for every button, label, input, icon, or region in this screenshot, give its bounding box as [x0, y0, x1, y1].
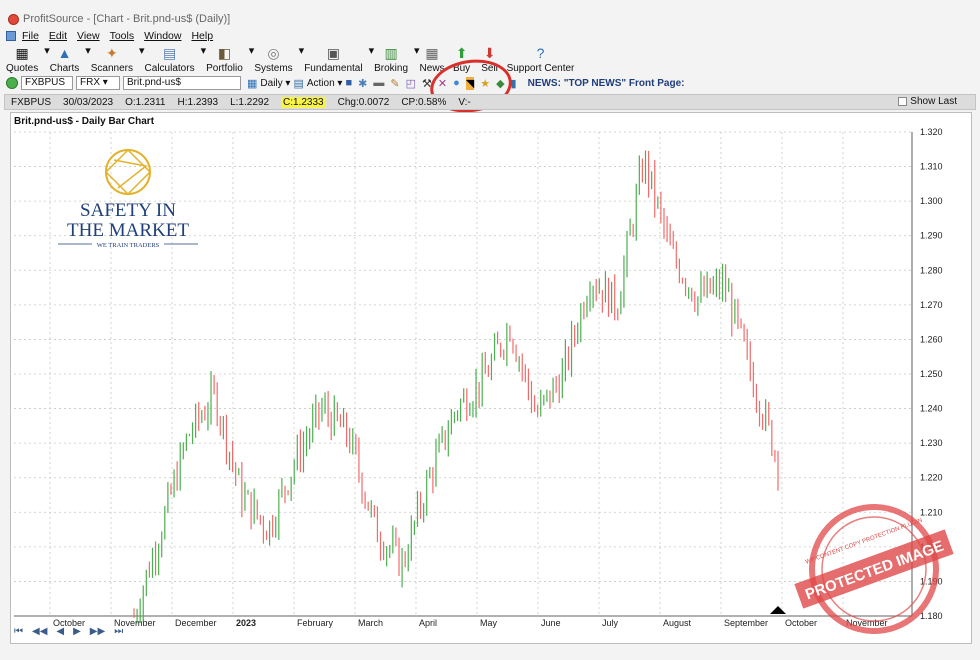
- stamp-text: PROTECTED IMAGE: [803, 537, 946, 603]
- logo-line2: THE MARKET: [67, 220, 189, 241]
- action-menu-button[interactable]: Action ▾: [307, 78, 343, 89]
- title-bar: ProfitSource - [Chart - Brit.pnd-us$ (Da…: [0, 10, 980, 28]
- nav-next-icon[interactable]: ▶: [73, 626, 81, 637]
- app-window: ProfitSource - [Chart - Brit.pnd-us$ (Da…: [0, 0, 980, 660]
- protected-image-stamp: PROTECTED IMAGE WP CONTENT COPY PROTECTI…: [794, 504, 954, 634]
- toolbar-calculators-button[interactable]: ▤ Calculators: [145, 44, 195, 75]
- info-change-percent: CP:0.58%: [401, 96, 447, 108]
- action-grid-icon: ▤: [293, 77, 304, 90]
- menu-edit[interactable]: Edit: [49, 30, 67, 42]
- info-low: L:1.2292: [230, 96, 270, 108]
- systems-icon: ◎: [267, 44, 280, 61]
- menu-help[interactable]: Help: [191, 30, 213, 42]
- nav-rewind-icon[interactable]: ◀◀: [32, 626, 47, 637]
- checkbox-icon: [898, 97, 908, 106]
- support-icon: ?: [536, 45, 545, 61]
- menu-tools[interactable]: Tools: [110, 30, 135, 42]
- nav-last-icon[interactable]: ⏭: [114, 626, 123, 637]
- globe-icon[interactable]: [6, 77, 18, 89]
- scanners-icon: ✦: [106, 44, 118, 61]
- info-close: C:1.2333: [281, 96, 326, 108]
- toolbar-charts-button[interactable]: ▲ Charts: [50, 44, 79, 74]
- toolbar-systems-button[interactable]: ◎ Systems: [254, 44, 292, 75]
- calendar-icon: ▦: [247, 77, 258, 90]
- period-select[interactable]: Daily ▾: [260, 78, 290, 89]
- logo-tagline: WE TRAIN TRADERS: [97, 242, 160, 249]
- chart-navigation-bar: ⏮ ◀◀ ◀ ▶ ▶▶ ⏭: [14, 626, 132, 637]
- toolbar-support-button[interactable]: ? Support Center: [507, 44, 575, 74]
- info-change: Chg:0.0072: [337, 96, 390, 108]
- logo-emblem-icon: [104, 148, 152, 196]
- info-high: H:1.2393: [177, 96, 219, 108]
- save-icon[interactable]: ■: [345, 77, 352, 89]
- news-icon: ▦: [425, 44, 439, 61]
- settings-icon[interactable]: ✱: [358, 77, 367, 90]
- news-ticker[interactable]: NEWS: "TOP NEWS" Front Page:: [528, 78, 685, 89]
- nav-first-icon[interactable]: ⏮: [14, 626, 23, 637]
- nav-forward-icon[interactable]: ▶▶: [90, 626, 105, 637]
- calculator-icon: ▤: [162, 44, 177, 61]
- portfolio-icon: ◧: [217, 44, 232, 61]
- toolbar-quotes-button[interactable]: ▦ Quotes: [6, 44, 38, 75]
- info-open: O:1.2311: [125, 96, 166, 108]
- logo-line1: SAFETY IN: [80, 200, 176, 221]
- nav-prev-icon[interactable]: ◀: [56, 626, 64, 637]
- menu-file[interactable]: File: [22, 30, 39, 42]
- notes-icon[interactable]: ✎: [390, 77, 399, 90]
- menu-view[interactable]: View: [77, 30, 100, 42]
- info-volume: V:-: [458, 96, 471, 108]
- security-name-input[interactable]: Brit.pnd-us$: [123, 76, 241, 90]
- info-symbol: FXBPUS: [11, 96, 52, 108]
- chart-title: Brit.pnd-us$ - Daily Bar Chart: [14, 116, 155, 127]
- quote-info-bar: FXBPUS 30/03/2023 O:1.2311 H:1.2393 L:1.…: [4, 94, 976, 110]
- safety-in-the-market-logo: SAFETY IN THE MARKET WE TRAIN TRADERS: [58, 148, 198, 249]
- window-title: ProfitSource - [Chart - Brit.pnd-us$ (Da…: [23, 13, 231, 25]
- toolbar-fundamental-button[interactable]: ▣ Fundamental: [304, 44, 362, 75]
- document-icon: [6, 31, 16, 41]
- broking-icon: ▥: [384, 44, 398, 61]
- menu-bar: File Edit View Tools Window Help: [0, 28, 980, 44]
- profitsource-app-icon: [8, 13, 19, 25]
- quotes-icon: ▦: [15, 44, 29, 61]
- show-last-checkbox[interactable]: Show Last: [898, 96, 969, 107]
- info-date: 30/03/2023: [63, 96, 114, 108]
- menu-window[interactable]: Window: [144, 30, 181, 42]
- toolbar-scanners-button[interactable]: ✦ Scanners: [91, 44, 133, 75]
- charts-icon: ▲: [57, 45, 72, 61]
- print-icon[interactable]: ▬: [373, 77, 384, 89]
- toolbar-portfolio-button[interactable]: ◧ Portfolio: [206, 44, 243, 75]
- fundamental-icon: ▣: [326, 44, 340, 61]
- symbol-input[interactable]: FXBPUS: [21, 76, 73, 90]
- exchange-select[interactable]: FRX ▾: [76, 76, 120, 90]
- toolbar-broking-button[interactable]: ▥ Broking: [374, 44, 408, 75]
- layout-icon[interactable]: ◰: [406, 77, 416, 90]
